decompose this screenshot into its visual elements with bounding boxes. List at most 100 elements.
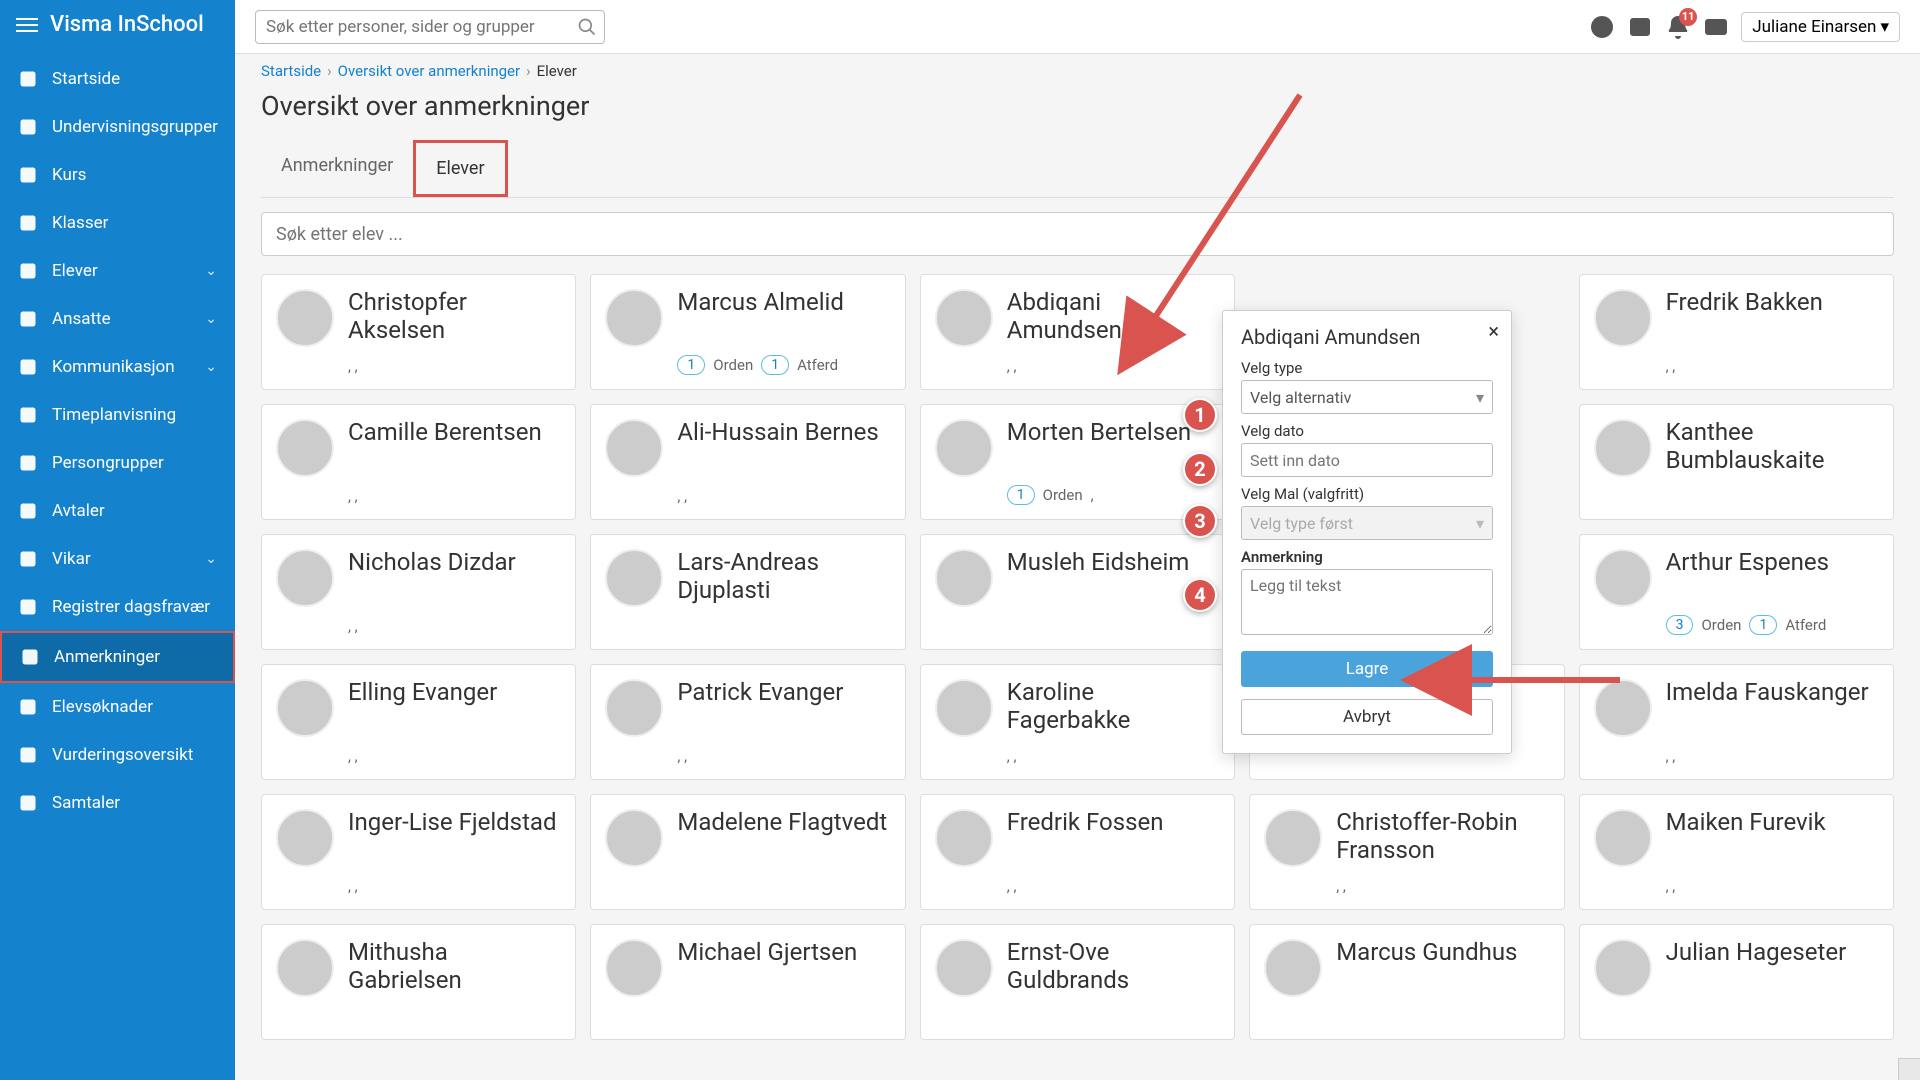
student-search-input[interactable] bbox=[261, 212, 1894, 256]
student-card[interactable]: Fredrik Fossen, , bbox=[920, 794, 1235, 910]
avatar bbox=[1594, 419, 1652, 477]
sidebar: Visma InSchool StartsideUndervisningsgru… bbox=[0, 0, 235, 1080]
avatar bbox=[605, 289, 663, 347]
cancel-button[interactable]: Avbryt bbox=[1241, 699, 1493, 735]
input-date[interactable] bbox=[1241, 443, 1493, 477]
student-card[interactable]: Karoline Fagerbakke, , bbox=[920, 664, 1235, 780]
avatar bbox=[605, 419, 663, 477]
student-card[interactable]: Camille Berentsen, , bbox=[261, 404, 576, 520]
contact-card-icon[interactable] bbox=[1627, 14, 1653, 40]
sidebar-item-kurs[interactable]: Kurs bbox=[0, 151, 235, 199]
card-meta: , , bbox=[348, 747, 561, 765]
student-name: Ernst-Ove Guldbrands bbox=[1007, 939, 1220, 994]
card-meta: , , bbox=[1666, 877, 1879, 895]
avatar bbox=[276, 809, 334, 867]
student-card[interactable]: Inger-Lise Fjeldstad, , bbox=[261, 794, 576, 910]
student-card[interactable]: Ali-Hussain Bernes, , bbox=[590, 404, 905, 520]
talk-icon bbox=[18, 793, 38, 813]
student-card[interactable]: Michael Gjertsen bbox=[590, 924, 905, 1040]
avatar bbox=[935, 679, 993, 737]
student-card[interactable]: Julian Hageseter bbox=[1579, 924, 1894, 1040]
breadcrumb-home[interactable]: Startside bbox=[261, 62, 321, 80]
student-card[interactable]: Abdiqani Amundsen, , bbox=[920, 274, 1235, 390]
tabs: Anmerkninger Elever bbox=[261, 140, 1894, 198]
bell-icon[interactable]: 11 bbox=[1665, 14, 1691, 40]
sidebar-item-timeplanvisning[interactable]: Timeplanvisning bbox=[0, 391, 235, 439]
sidebar-item-anmerkninger[interactable]: Anmerkninger bbox=[0, 631, 235, 683]
sidebar-item-elevsøknader[interactable]: Elevsøknader bbox=[0, 683, 235, 731]
caret-down-icon: ▾ bbox=[1476, 388, 1484, 407]
sidebar-item-vurderingsoversikt[interactable]: Vurderingsoversikt bbox=[0, 731, 235, 779]
student-card[interactable]: Ernst-Ove Guldbrands bbox=[920, 924, 1235, 1040]
sidebar-item-persongrupper[interactable]: Persongrupper bbox=[0, 439, 235, 487]
student-name: Maiken Furevik bbox=[1666, 809, 1879, 837]
sidebar-item-ansatte[interactable]: Ansatte⌄ bbox=[0, 295, 235, 343]
sidebar-item-elever[interactable]: Elever ⌄ bbox=[0, 247, 235, 295]
nav-label: Elever bbox=[52, 261, 191, 281]
breadcrumb-section[interactable]: Oversikt over anmerkninger bbox=[338, 62, 520, 80]
student-name: Arthur Espenes bbox=[1666, 549, 1879, 577]
nav-label: Klasser bbox=[52, 213, 217, 233]
student-card[interactable]: Imelda Fauskanger, , bbox=[1579, 664, 1894, 780]
assess-icon bbox=[18, 745, 38, 765]
select-mal[interactable]: Velg type først▾ bbox=[1241, 506, 1493, 540]
student-card[interactable]: Mithusha Gabrielsen bbox=[261, 924, 576, 1040]
student-name: Inger-Lise Fjeldstad bbox=[348, 809, 561, 837]
sidebar-item-klasser[interactable]: Klasser bbox=[0, 199, 235, 247]
student-name: Karoline Fagerbakke bbox=[1007, 679, 1220, 734]
label-mal: Velg Mal (valgfritt) bbox=[1241, 485, 1493, 503]
chevron-down-icon: ⌄ bbox=[205, 263, 217, 279]
student-card[interactable]: Nicholas Dizdar, , bbox=[261, 534, 576, 650]
student-icon bbox=[18, 261, 38, 281]
textarea-note[interactable] bbox=[1241, 569, 1493, 635]
student-card[interactable]: Christopfer Akselsen, , bbox=[261, 274, 576, 390]
mail-icon[interactable] bbox=[1703, 14, 1729, 40]
avatar bbox=[605, 679, 663, 737]
avatar bbox=[276, 679, 334, 737]
sidebar-item-undervisningsgrupper[interactable]: Undervisningsgrupper bbox=[0, 103, 235, 151]
search-icon bbox=[577, 17, 597, 37]
orden-badge: 3 bbox=[1666, 615, 1694, 635]
card-meta: , , bbox=[677, 747, 890, 765]
close-icon[interactable]: × bbox=[1488, 319, 1499, 343]
sidebar-item-avtaler[interactable]: Avtaler bbox=[0, 487, 235, 535]
sidebar-item-kommunikasjon[interactable]: Kommunikasjon⌄ bbox=[0, 343, 235, 391]
avatar bbox=[276, 939, 334, 997]
student-card[interactable]: Christoffer-Robin Fransson, , bbox=[1249, 794, 1564, 910]
student-card[interactable]: Kanthee Bumblauskaite bbox=[1579, 404, 1894, 520]
orden-badge: 1 bbox=[1007, 485, 1035, 505]
nav-label: Vurderingsoversikt bbox=[52, 745, 217, 765]
tab-anmerkninger[interactable]: Anmerkninger bbox=[261, 140, 413, 197]
student-card[interactable]: Marcus Almelid1Orden1Atferd bbox=[590, 274, 905, 390]
nav-label: Persongrupper bbox=[52, 453, 217, 473]
sidebar-item-registrer-dagsfravær[interactable]: Registrer dagsfravær bbox=[0, 583, 235, 631]
student-card[interactable]: Maiken Furevik , , bbox=[1579, 794, 1894, 910]
chevron-down-icon: ⌄ bbox=[205, 551, 217, 567]
help-icon[interactable] bbox=[1589, 14, 1615, 40]
tab-elever[interactable]: Elever bbox=[413, 140, 507, 197]
hamburger-icon[interactable] bbox=[16, 18, 38, 32]
appointment-icon bbox=[18, 501, 38, 521]
briefcase-icon bbox=[18, 309, 38, 329]
nav-label: Vikar bbox=[52, 549, 191, 569]
sidebar-item-vikar[interactable]: Vikar ⌄ bbox=[0, 535, 235, 583]
sidebar-item-startside[interactable]: Startside bbox=[0, 55, 235, 103]
user-menu[interactable]: Juliane Einarsen▾ bbox=[1741, 12, 1900, 42]
calendar-icon bbox=[18, 405, 38, 425]
breadcrumb: Startside › Oversikt over anmerkninger ›… bbox=[261, 62, 1894, 80]
student-card[interactable]: Marcus Gundhus bbox=[1249, 924, 1564, 1040]
global-search-input[interactable] bbox=[255, 10, 605, 44]
save-button[interactable]: Lagre bbox=[1241, 651, 1493, 687]
avatar bbox=[1594, 679, 1652, 737]
student-card[interactable]: Elling Evanger, , bbox=[261, 664, 576, 780]
avatar bbox=[1594, 289, 1652, 347]
sidebar-item-samtaler[interactable]: Samtaler bbox=[0, 779, 235, 827]
student-card[interactable]: Arthur Espenes3Orden1Atferd bbox=[1579, 534, 1894, 650]
student-name: Fredrik Fossen bbox=[1007, 809, 1220, 837]
popup-title: Abdiqani Amundsen bbox=[1241, 325, 1493, 349]
student-card[interactable]: Fredrik Bakken, , bbox=[1579, 274, 1894, 390]
student-card[interactable]: Lars-Andreas Djuplasti bbox=[590, 534, 905, 650]
student-card[interactable]: Madelene Flagtvedt bbox=[590, 794, 905, 910]
select-type[interactable]: Velg alternativ▾ bbox=[1241, 380, 1493, 414]
student-card[interactable]: Patrick Evanger, , bbox=[590, 664, 905, 780]
